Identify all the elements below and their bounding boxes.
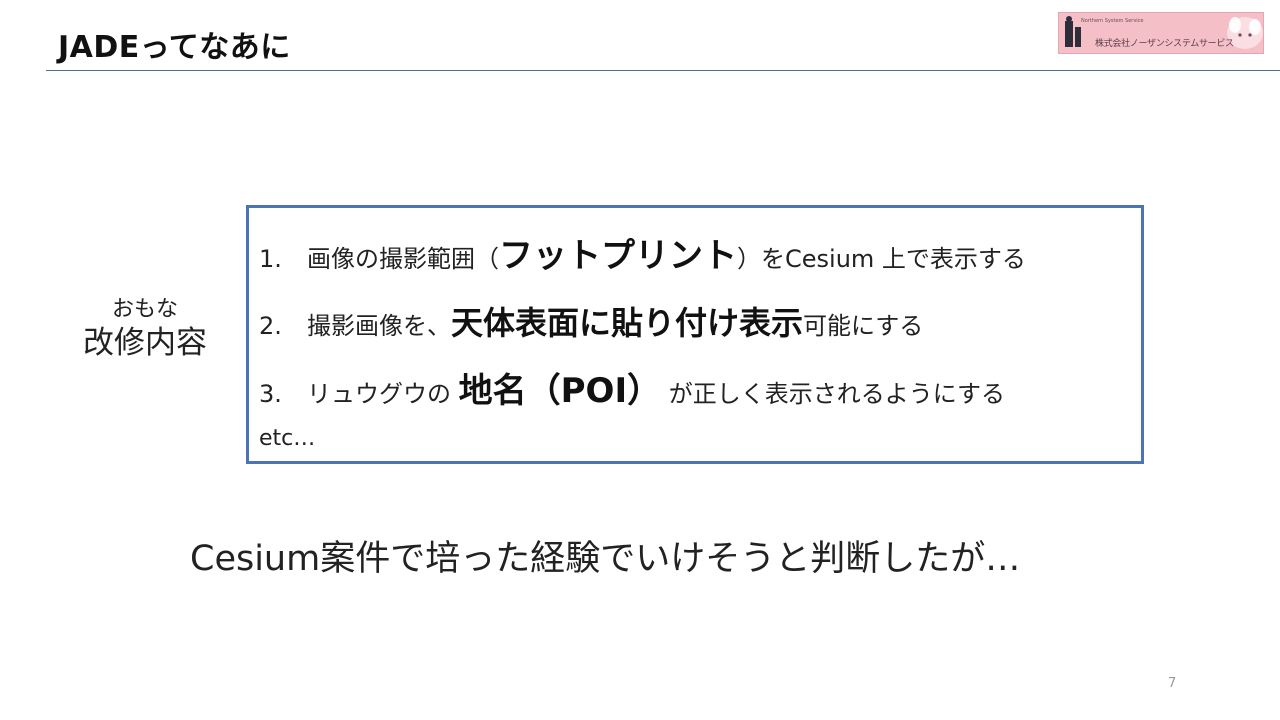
item-text: 撮影画像を、: [307, 312, 451, 340]
title-divider: [46, 70, 1280, 71]
item-emphasis: フットプリント: [499, 236, 737, 276]
side-label-line2: 改修内容: [83, 325, 207, 361]
item-number: 1.: [259, 245, 282, 273]
company-logo: Northern System Service 株式会社ノーザンシステムサービス: [1058, 12, 1264, 54]
item-text: リュウグウの: [307, 380, 459, 408]
item-emphasis: 地名（POI）: [458, 371, 662, 411]
item-emphasis: 天体表面に貼り付け表示: [451, 304, 804, 342]
item-number: 2.: [259, 312, 282, 340]
page-number: 7: [1168, 676, 1177, 691]
list-item: 3. リュウグウの 地名（POI） が正しく表示されるようにする: [259, 363, 1005, 412]
logo-company-name: 株式会社ノーザンシステムサービス: [1095, 39, 1234, 49]
conclusion-text: Cesium案件で培った経験でいけそうと判断したが…: [190, 539, 1021, 579]
logo-tagline: Northern System Service: [1081, 18, 1144, 24]
list-item: 2. 撮影画像を、天体表面に貼り付け表示可能にする: [259, 298, 923, 344]
etc-text: etc…: [259, 426, 316, 451]
item-text: ）をCesium 上で表示する: [737, 245, 1026, 273]
side-label-line1: おもな: [111, 297, 178, 322]
slide-title: JADEってなあに: [58, 30, 291, 65]
item-text: 可能にする: [803, 312, 924, 340]
list-item: 1. 画像の撮影範囲（フットプリント）をCesium 上で表示する: [259, 228, 1026, 277]
side-label: おもな 改修内容: [70, 296, 220, 362]
item-number: 3.: [259, 380, 282, 408]
item-text: が正しく表示されるようにする: [661, 380, 1005, 408]
item-text: 画像の撮影範囲（: [307, 245, 499, 273]
feature-list-box: 1. 画像の撮影範囲（フットプリント）をCesium 上で表示する 2. 撮影画像を…: [246, 205, 1144, 464]
